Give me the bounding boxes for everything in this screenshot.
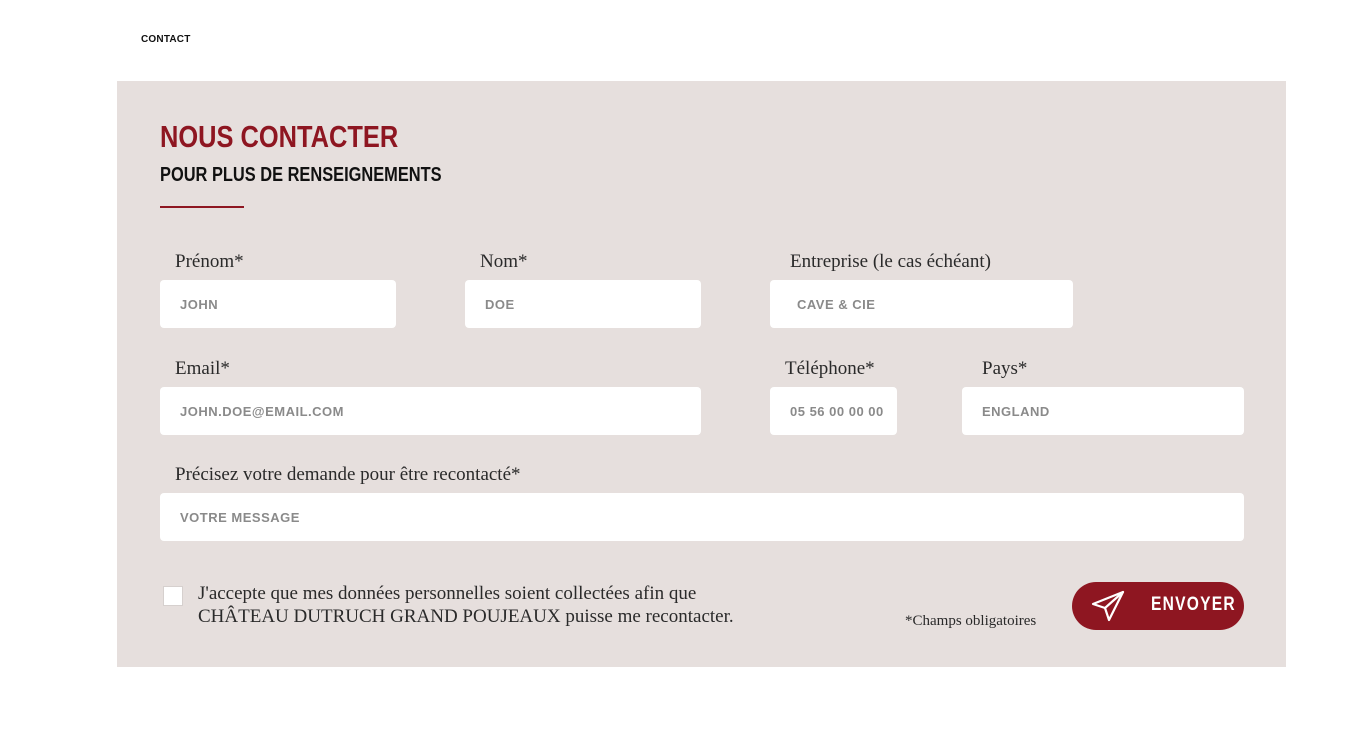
required-fields-note: *Champs obligatoires <box>905 613 1037 629</box>
message-label: Précisez votre demande pour être reconta… <box>175 464 521 485</box>
email-input[interactable] <box>160 387 701 435</box>
firstname-input[interactable] <box>160 280 396 328</box>
phone-label: Téléphone* <box>785 358 875 379</box>
company-label: Entreprise (le cas échéant) <box>790 251 991 272</box>
contact-form-panel: NOUS CONTACTER POUR PLUS DE RENSEIGNEMEN… <box>117 81 1286 667</box>
page-subtitle: POUR PLUS DE RENSEIGNEMENTS <box>160 164 442 186</box>
company-input[interactable] <box>770 280 1073 328</box>
consent-checkbox[interactable] <box>163 586 183 606</box>
consent-text: J'accepte que mes données personnelles s… <box>198 582 778 628</box>
email-label: Email* <box>175 358 230 379</box>
country-input[interactable] <box>962 387 1244 435</box>
country-label: Pays* <box>982 358 1028 379</box>
send-button[interactable]: ENVOYER <box>1072 582 1244 630</box>
title-divider <box>160 206 244 208</box>
lastname-input[interactable] <box>465 280 701 328</box>
breadcrumb[interactable]: CONTACT <box>141 34 191 45</box>
firstname-label: Prénom* <box>175 251 244 272</box>
paper-plane-icon <box>1091 590 1125 622</box>
phone-input[interactable] <box>770 387 897 435</box>
page-title: NOUS CONTACTER <box>160 119 399 154</box>
consent-line-2: CHÂTEAU DUTRUCH GRAND POUJEAUX puisse me… <box>198 606 734 627</box>
send-button-label: ENVOYER <box>1151 594 1236 615</box>
consent-line-1: J'accepte que mes données personnelles s… <box>198 583 697 604</box>
lastname-label: Nom* <box>480 251 528 272</box>
message-input[interactable] <box>160 493 1244 541</box>
